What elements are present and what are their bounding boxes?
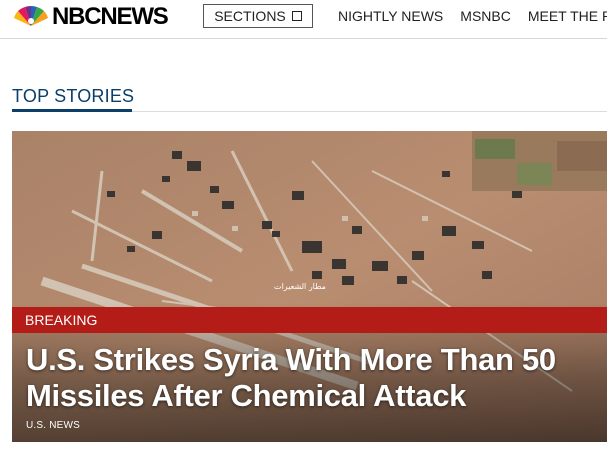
nav-links: NIGHTLY NEWS MSNBC MEET THE PR xyxy=(338,8,607,24)
heading-underline xyxy=(12,109,132,112)
nav-link-meet-the-press[interactable]: MEET THE PR xyxy=(528,8,607,24)
top-navigation-bar: NBCNEWS SECTIONS NIGHTLY NEWS MSNBC MEET… xyxy=(0,0,607,39)
nav-link-nightly-news[interactable]: NIGHTLY NEWS xyxy=(338,8,443,24)
story-category[interactable]: U.S. NEWS xyxy=(26,420,80,431)
logo-text: NBCNEWS xyxy=(52,3,169,30)
peacock-icon xyxy=(14,5,48,26)
sections-label: SECTIONS xyxy=(214,8,286,24)
square-icon xyxy=(291,11,302,21)
sections-button[interactable]: SECTIONS xyxy=(203,4,313,28)
nbc-news-logo[interactable]: NBCNEWS xyxy=(11,3,169,31)
nav-link-msnbc[interactable]: MSNBC xyxy=(460,8,511,24)
hero-headline[interactable]: U.S. Strikes Syria With More Than 50 Mis… xyxy=(26,342,601,414)
airbase-map-label: مطار الشعيرات xyxy=(274,282,326,291)
top-stories-heading: TOP STORIES xyxy=(12,86,135,106)
hero-story-card[interactable]: مطار الشعيرات BREAKING U.S. Strikes Syri… xyxy=(12,131,607,442)
breaking-badge: BREAKING xyxy=(12,307,607,333)
